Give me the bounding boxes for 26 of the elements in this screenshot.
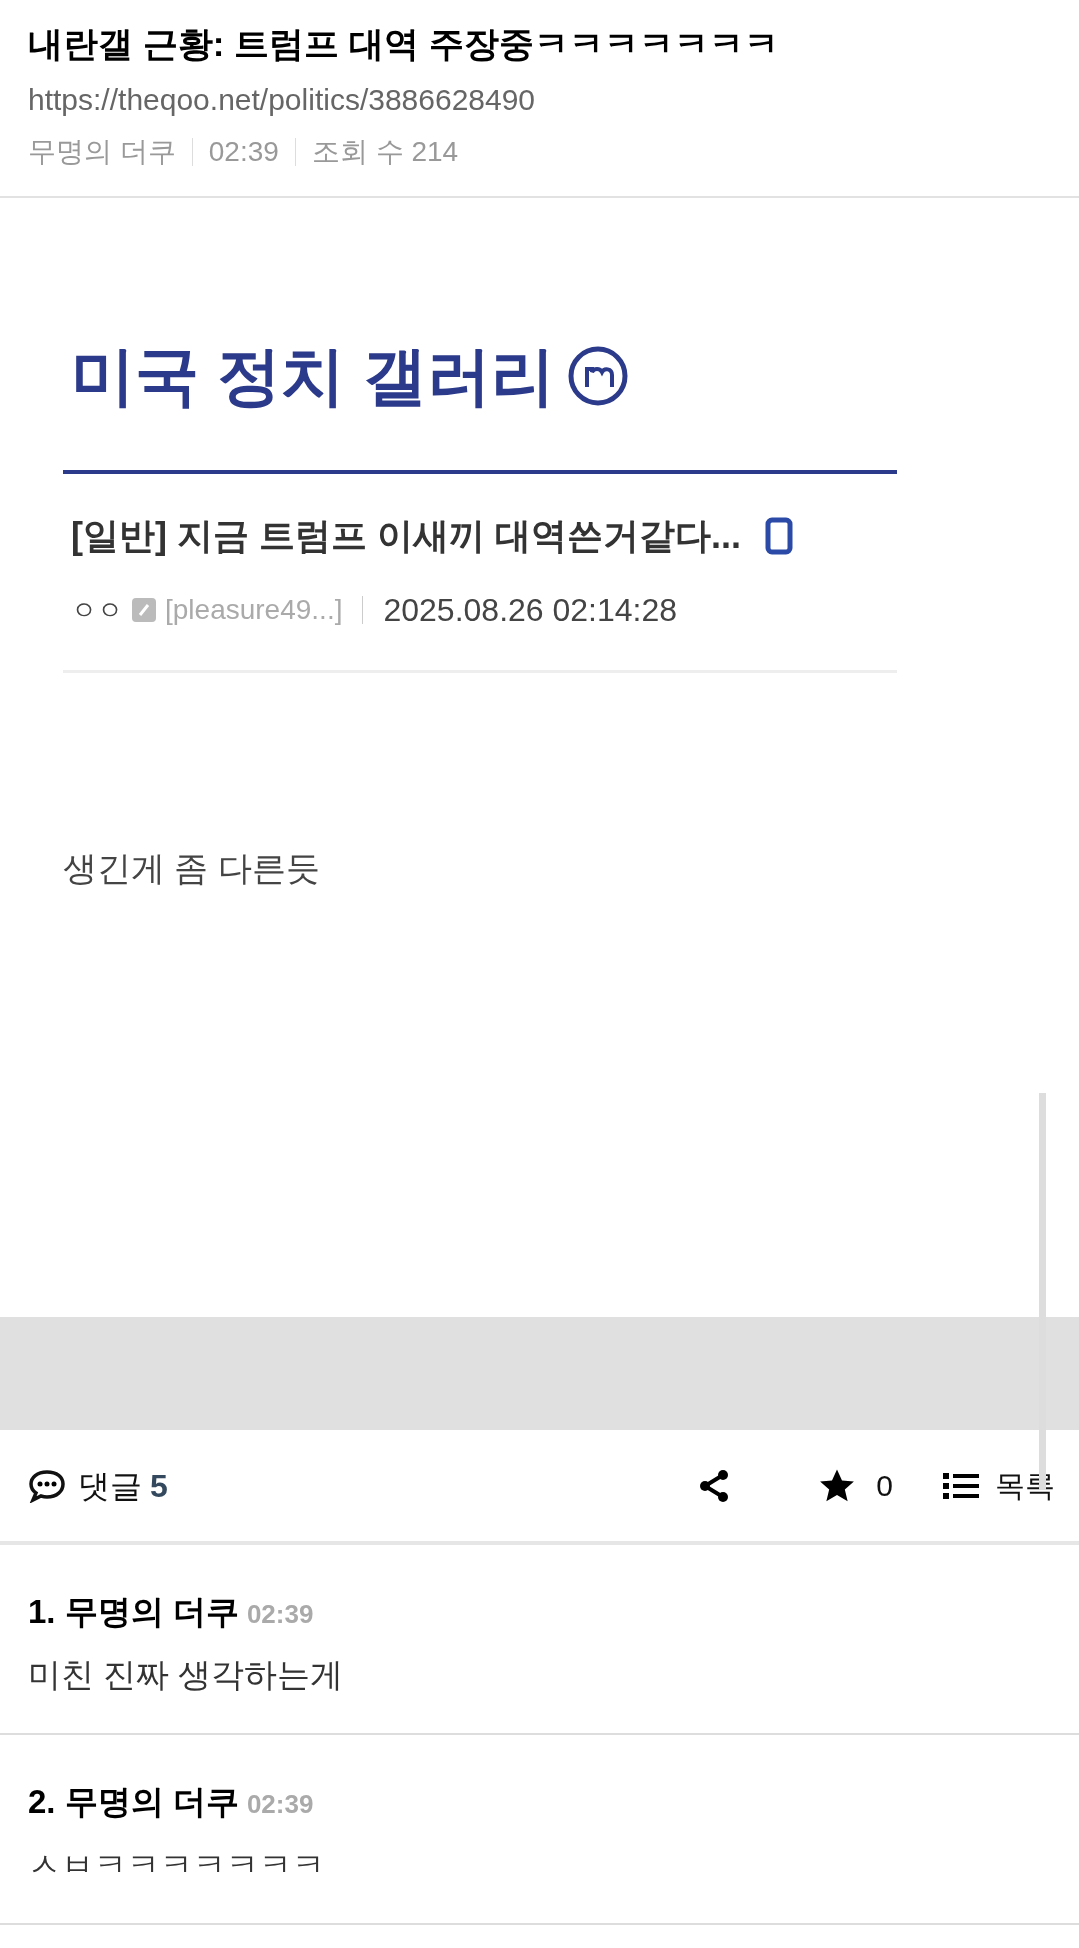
comment-author: 2. 무명의 더쿠	[28, 1782, 239, 1822]
like-count: 0	[876, 1468, 893, 1504]
post-title: 내란갤 근황: 트럼프 대역 주장중ㅋㅋㅋㅋㅋㅋㅋ	[28, 23, 780, 65]
post-time: 02:39	[208, 135, 279, 169]
post-date: 2025.08.26 02:14:28	[383, 591, 678, 630]
comments-count: 5	[150, 1466, 168, 1506]
comment-text: ㅅㅂㅋㅋㅋㅋㅋㅋㅋ	[28, 1844, 326, 1885]
nickname: ㅇㅇ	[71, 593, 123, 627]
body-text: 생긴게 좀 다른듯	[63, 848, 321, 889]
view-count: 조회 수 214	[311, 135, 459, 169]
comment-author: 1. 무명의 더쿠	[28, 1592, 239, 1632]
comment-time: 02:39	[246, 1598, 314, 1631]
user-badge-icon	[131, 597, 157, 623]
gallery-post-title: [일반] 지금 트럼프 이새끼 대역쓴거같다...	[71, 514, 741, 558]
post-url[interactable]: https://theqoo.net/politics/3886628490	[28, 80, 1051, 120]
comment-text: 미친 진짜 생각하는게	[28, 1654, 345, 1695]
share-icon[interactable]	[698, 1468, 731, 1503]
list-icon[interactable]	[943, 1471, 979, 1500]
phone-icon	[765, 517, 793, 555]
speech-bubble-icon	[28, 1468, 66, 1503]
mobile-mark-icon	[566, 345, 629, 407]
comments-label[interactable]: 댓글	[78, 1461, 142, 1510]
comment-time: 02:39	[246, 1788, 314, 1821]
author-name: 무명의 더쿠	[28, 135, 176, 169]
gallery-title: 미국 정치 갤러리	[71, 339, 555, 414]
user-id: [pleasure49...]	[165, 593, 343, 627]
